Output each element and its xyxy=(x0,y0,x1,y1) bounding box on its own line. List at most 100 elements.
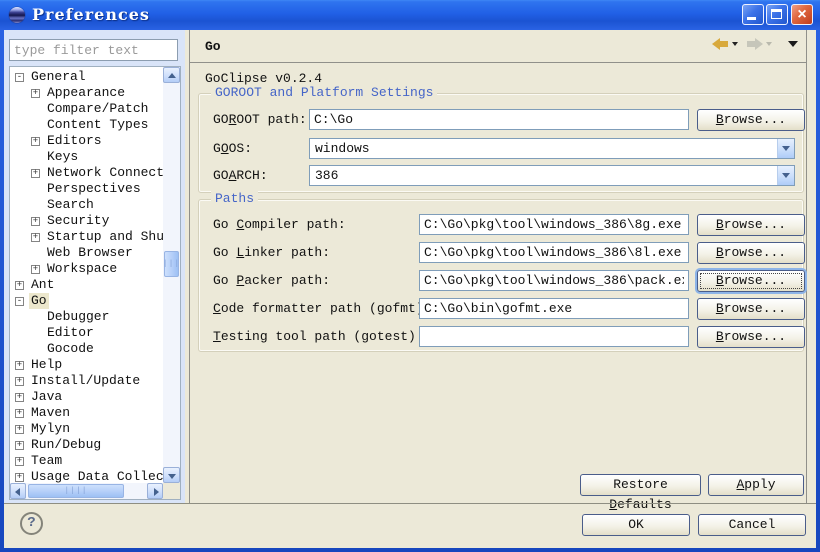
code-formatter-path-label: Code formatter path (gofmt): xyxy=(213,298,431,319)
linker-browse-button[interactable]: Browse... xyxy=(697,242,805,264)
packer-browse-button[interactable]: Browse... xyxy=(697,270,805,292)
forward-history-caret-icon xyxy=(766,42,772,46)
back-history-caret-icon xyxy=(732,42,738,46)
group-title: Paths xyxy=(211,191,258,206)
expand-icon[interactable]: + xyxy=(15,473,24,482)
code-formatter-path-input[interactable] xyxy=(419,298,689,319)
minimize-button[interactable] xyxy=(742,4,764,25)
expand-icon[interactable]: + xyxy=(31,169,40,178)
go-compiler-path-label: Go Compiler path: xyxy=(213,214,346,235)
expand-icon[interactable]: + xyxy=(31,233,40,242)
tree-item-startup-and-shutdown[interactable]: +Startup and Shu xyxy=(10,229,163,245)
dialog-body: -General +Appearance Compare/Patch Conte… xyxy=(4,30,816,548)
goroot-path-label: GOROOT path: xyxy=(213,109,307,130)
scroll-up-icon[interactable] xyxy=(163,67,180,83)
leaf-spacer xyxy=(31,185,40,194)
close-button[interactable]: × xyxy=(791,4,813,25)
tree-vertical-scrollbar[interactable]: ||| xyxy=(163,67,180,483)
maximize-button[interactable] xyxy=(766,4,788,25)
tree-item-gocode[interactable]: Gocode xyxy=(10,341,163,357)
testing-browse-button[interactable]: Browse... xyxy=(697,326,805,348)
goos-label: GOOS: xyxy=(213,138,252,159)
apply-button[interactable]: Apply xyxy=(708,474,804,496)
tree-item-debugger[interactable]: Debugger xyxy=(10,309,163,325)
cancel-button[interactable]: Cancel xyxy=(698,514,806,536)
goroot-settings-group: GOROOT and Platform Settings GOROOT path… xyxy=(198,93,804,193)
expand-icon[interactable]: + xyxy=(31,217,40,226)
tree-item-editor[interactable]: Editor xyxy=(10,325,163,341)
tree-item-keys[interactable]: Keys xyxy=(10,149,163,165)
tree-item-usage-data-collector[interactable]: +Usage Data Collect xyxy=(10,469,163,483)
scroll-right-icon[interactable] xyxy=(147,483,163,499)
tree-item-mylyn[interactable]: +Mylyn xyxy=(10,421,163,437)
expand-icon[interactable]: + xyxy=(15,441,24,450)
leaf-spacer xyxy=(31,121,40,130)
go-linker-path-input[interactable] xyxy=(419,242,689,263)
tree-item-help[interactable]: +Help xyxy=(10,357,163,373)
horizontal-scroll-thumb[interactable]: |||| xyxy=(28,484,124,498)
tree-item-install-update[interactable]: +Install/Update xyxy=(10,373,163,389)
tree-item-team[interactable]: +Team xyxy=(10,453,163,469)
tree-item-workspace[interactable]: +Workspace xyxy=(10,261,163,277)
ok-button[interactable]: OK xyxy=(582,514,690,536)
expand-icon[interactable]: + xyxy=(15,361,24,370)
collapse-icon[interactable]: - xyxy=(15,73,24,82)
leaf-spacer xyxy=(31,153,40,162)
goarch-label: GOARCH: xyxy=(213,165,268,186)
expand-icon[interactable]: + xyxy=(31,137,40,146)
tree-item-appearance[interactable]: +Appearance xyxy=(10,85,163,101)
testing-tool-path-input[interactable] xyxy=(419,326,689,347)
filter-input[interactable] xyxy=(9,39,178,61)
leaf-spacer xyxy=(31,345,40,354)
compiler-browse-button[interactable]: Browse... xyxy=(697,214,805,236)
expand-icon[interactable]: + xyxy=(15,409,24,418)
restore-defaults-button[interactable]: Restore Defaults xyxy=(580,474,701,496)
expand-icon[interactable]: + xyxy=(31,265,40,274)
goarch-combo[interactable]: 386 xyxy=(309,165,795,186)
expand-icon[interactable]: + xyxy=(31,89,40,98)
help-button[interactable]: ? xyxy=(20,512,43,535)
tree-item-security[interactable]: +Security xyxy=(10,213,163,229)
tree-item-maven[interactable]: +Maven xyxy=(10,405,163,421)
back-button[interactable] xyxy=(710,36,740,52)
tree-item-search[interactable]: Search xyxy=(10,197,163,213)
leaf-spacer xyxy=(31,249,40,258)
leaf-spacer xyxy=(31,329,40,338)
scroll-left-icon[interactable] xyxy=(10,483,26,499)
tree-item-run-debug[interactable]: +Run/Debug xyxy=(10,437,163,453)
collapse-icon[interactable]: - xyxy=(15,297,24,306)
tree-item-network-connections[interactable]: +Network Connect xyxy=(10,165,163,181)
tree-item-java[interactable]: +Java xyxy=(10,389,163,405)
expand-icon[interactable]: + xyxy=(15,377,24,386)
expand-icon[interactable]: + xyxy=(15,457,24,466)
tree-item-web-browser[interactable]: Web Browser xyxy=(10,245,163,261)
goos-combo[interactable]: windows xyxy=(309,138,795,159)
goroot-path-input[interactable] xyxy=(309,109,689,130)
goos-dropdown-icon[interactable] xyxy=(777,139,794,158)
navigation-panel: -General +Appearance Compare/Patch Conte… xyxy=(4,30,185,503)
forward-button[interactable] xyxy=(744,36,774,52)
goclipse-version-label: GoClipse v0.2.4 xyxy=(205,71,322,86)
go-packer-path-input[interactable] xyxy=(419,270,689,291)
tree-item-compare-patch[interactable]: Compare/Patch xyxy=(10,101,163,117)
expand-icon[interactable]: + xyxy=(15,393,24,402)
go-linker-path-label: Go Linker path: xyxy=(213,242,330,263)
question-mark-icon: ? xyxy=(27,515,35,531)
tree-item-editors[interactable]: +Editors xyxy=(10,133,163,149)
goroot-browse-button[interactable]: Browse... xyxy=(697,109,805,131)
tree-item-ant[interactable]: +Ant xyxy=(10,277,163,293)
goarch-dropdown-icon[interactable] xyxy=(777,166,794,185)
tree-item-general[interactable]: -General xyxy=(10,69,163,85)
formatter-browse-button[interactable]: Browse... xyxy=(697,298,805,320)
view-menu-icon[interactable] xyxy=(788,41,798,47)
vertical-scroll-thumb[interactable]: ||| xyxy=(164,251,179,277)
tree-item-go[interactable]: -Go xyxy=(10,293,163,309)
tree-item-perspectives[interactable]: Perspectives xyxy=(10,181,163,197)
tree-horizontal-scrollbar[interactable]: |||| xyxy=(10,483,163,499)
goarch-value: 386 xyxy=(315,168,338,183)
scroll-down-icon[interactable] xyxy=(163,467,180,483)
expand-icon[interactable]: + xyxy=(15,281,24,290)
tree-item-content-types[interactable]: Content Types xyxy=(10,117,163,133)
go-compiler-path-input[interactable] xyxy=(419,214,689,235)
expand-icon[interactable]: + xyxy=(15,425,24,434)
